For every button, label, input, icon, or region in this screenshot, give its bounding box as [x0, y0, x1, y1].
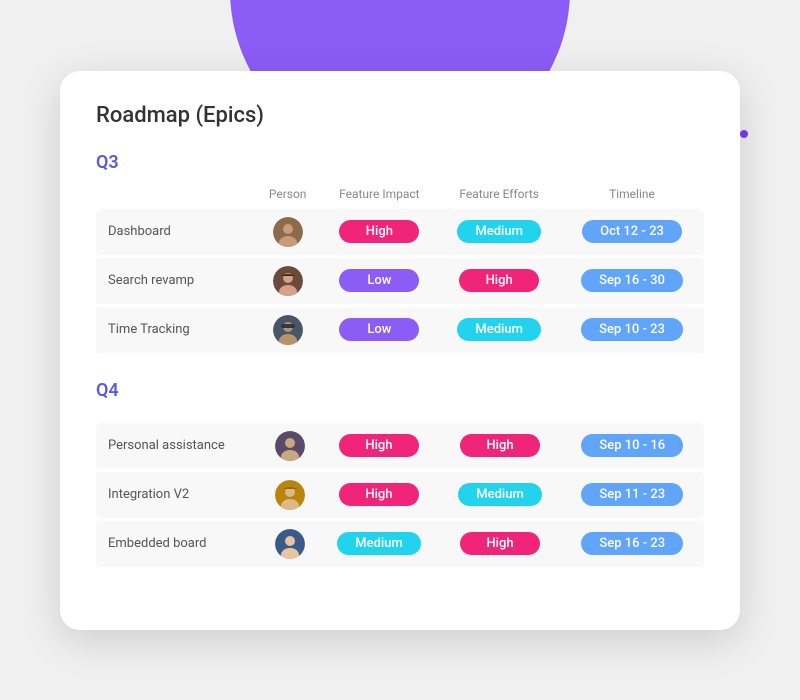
row-impact: High — [318, 423, 439, 471]
impact-badge: High — [339, 434, 419, 457]
row-feature-name: Personal assistance — [96, 423, 262, 471]
timeline-badge: Sep 16 - 30 — [581, 269, 683, 292]
impact-badge: High — [339, 220, 419, 243]
table-row: Embedded board Medium High Sep 16 - 23 — [96, 519, 704, 568]
row-person — [255, 209, 321, 257]
row-efforts: Medium — [438, 209, 560, 257]
table-row: Dashboard High Medium Oct 12 - 23 — [96, 209, 704, 257]
row-efforts: High — [438, 256, 560, 305]
row-person — [255, 305, 321, 354]
efforts-badge: High — [460, 532, 540, 555]
row-efforts: High — [439, 519, 560, 568]
row-feature-name: Time Tracking — [96, 305, 255, 354]
col-timeline-q4 — [561, 411, 704, 423]
row-efforts: Medium — [439, 470, 560, 519]
efforts-badge: High — [460, 434, 540, 457]
table-row: Integration V2 High Medium Sep 11 - 23 — [96, 470, 704, 519]
col-impact-q4 — [318, 411, 439, 423]
row-impact: Low — [320, 256, 438, 305]
row-timeline: Sep 11 - 23 — [561, 470, 704, 519]
avatar — [273, 315, 303, 345]
row-person — [262, 470, 318, 519]
timeline-badge: Sep 11 - 23 — [581, 483, 683, 506]
row-feature-name: Dashboard — [96, 209, 255, 257]
row-person — [255, 256, 321, 305]
bg-dot — [740, 130, 748, 138]
q4-label: Q4 — [96, 380, 704, 401]
row-timeline: Oct 12 - 23 — [560, 209, 704, 257]
row-timeline: Sep 16 - 30 — [560, 256, 704, 305]
q3-label: Q3 — [96, 152, 704, 173]
q4-table: Personal assistance High High Sep 10 - 16 I… — [96, 411, 704, 570]
timeline-badge: Sep 10 - 16 — [581, 434, 683, 457]
impact-badge: Medium — [337, 532, 421, 555]
col-efforts: Feature Efforts — [438, 183, 560, 209]
row-impact: High — [320, 209, 438, 257]
row-timeline: Sep 16 - 23 — [561, 519, 704, 568]
avatar — [275, 480, 305, 510]
impact-badge: Low — [339, 318, 419, 341]
timeline-badge: Sep 16 - 23 — [581, 532, 683, 555]
roadmap-card: Roadmap (Epics) Q3 Person Feature Impact… — [60, 71, 740, 630]
table-row: Search revamp Low High Sep 16 - 30 — [96, 256, 704, 305]
efforts-badge: High — [459, 269, 539, 292]
timeline-badge: Oct 12 - 23 — [582, 220, 682, 243]
impact-badge: High — [339, 483, 419, 506]
row-impact: High — [318, 470, 439, 519]
row-timeline: Sep 10 - 23 — [560, 305, 704, 354]
col-timeline: Timeline — [560, 183, 704, 209]
efforts-badge: Medium — [458, 483, 542, 506]
table-row: Personal assistance High High Sep 10 - 16 — [96, 423, 704, 471]
avatar — [275, 529, 305, 559]
col-person: Person — [255, 183, 321, 209]
row-feature-name: Embedded board — [96, 519, 262, 568]
avatar — [275, 431, 305, 461]
col-efforts-q4 — [439, 411, 560, 423]
table-row: Time Tracking Low Medium Sep 10 - 23 — [96, 305, 704, 354]
timeline-badge: Sep 10 - 23 — [581, 318, 683, 341]
impact-badge: Low — [339, 269, 419, 292]
row-impact: Medium — [318, 519, 439, 568]
col-feature — [96, 183, 255, 209]
page-title: Roadmap (Epics) — [96, 103, 704, 128]
avatar — [273, 217, 303, 247]
col-impact: Feature Impact — [320, 183, 438, 209]
row-feature-name: Search revamp — [96, 256, 255, 305]
row-feature-name: Integration V2 — [96, 470, 262, 519]
avatar — [273, 266, 303, 296]
row-person — [262, 519, 318, 568]
q3-table: Person Feature Impact Feature Efforts Ti… — [96, 183, 704, 356]
col-feature-q4 — [96, 411, 262, 423]
row-efforts: High — [439, 423, 560, 471]
row-timeline: Sep 10 - 16 — [561, 423, 704, 471]
col-person-q4 — [262, 411, 318, 423]
row-impact: Low — [320, 305, 438, 354]
efforts-badge: Medium — [457, 220, 541, 243]
row-person — [262, 423, 318, 471]
row-efforts: Medium — [438, 305, 560, 354]
efforts-badge: Medium — [457, 318, 541, 341]
